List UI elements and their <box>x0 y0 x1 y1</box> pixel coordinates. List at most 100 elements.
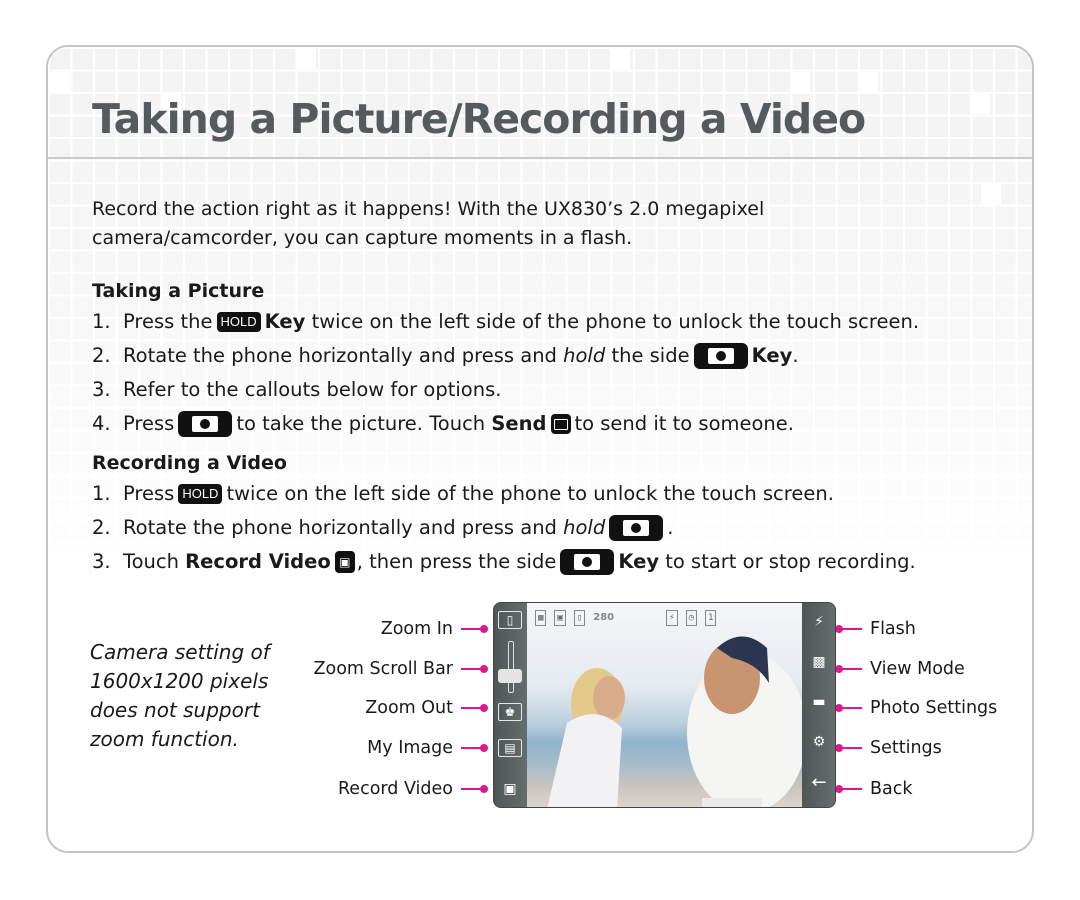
header-divider <box>48 157 1032 159</box>
callout-zoom-in: Zoom In <box>380 619 488 639</box>
key-label: Key <box>751 344 793 367</box>
camera-key-icon <box>560 549 615 575</box>
callout-record-video: Record Video <box>337 779 488 799</box>
step-text: Press the <box>123 310 213 333</box>
step-text: to start or stop recording. <box>665 550 916 573</box>
send-label: Send <box>491 412 547 435</box>
hold-key-icon: HOLD <box>216 312 261 332</box>
content: Record the action right as it happens! W… <box>92 195 992 579</box>
record-video-button[interactable]: ▣ <box>498 780 522 798</box>
grid-highlight <box>858 72 878 92</box>
step-text: the side <box>611 344 690 367</box>
grid-highlight <box>970 94 990 114</box>
callout-line <box>461 665 488 673</box>
view-mode-button[interactable]: ▩ <box>809 653 829 671</box>
step-emphasis: hold <box>563 516 606 539</box>
video-step-1: 1. Press HOLD twice on the left side of … <box>92 477 992 511</box>
photo-settings-button[interactable]: ▬ <box>809 693 829 711</box>
intro-line-2: camera/camcorder, you can capture moment… <box>92 227 633 249</box>
callout-settings: Settings <box>835 738 942 758</box>
picture-step-1: 1. Press the HOLD Key twice on the left … <box>92 305 992 339</box>
note-line: zoom function. <box>90 727 239 751</box>
key-label: Key <box>264 310 306 333</box>
key-label: Key <box>618 550 660 573</box>
step-text: . <box>667 516 674 539</box>
hold-key-icon: HOLD <box>178 484 223 504</box>
callout-label: Settings <box>870 738 942 758</box>
callout-label: Back <box>870 779 913 799</box>
camera-key-icon <box>609 515 664 541</box>
video-camera-icon: ▣ <box>334 551 355 573</box>
note-line: does not support <box>90 698 260 722</box>
zoom-scroll-bar[interactable] <box>508 641 514 693</box>
callout-photo-settings: Photo Settings <box>835 698 998 718</box>
note-line: Camera setting of <box>90 640 270 664</box>
picture-step-3: 3. Refer to the callouts below for optio… <box>92 373 992 407</box>
zoom-scroll-thumb[interactable] <box>498 669 522 683</box>
step-text: twice on the left side of the phone to u… <box>311 310 920 333</box>
callout-flash: Flash <box>835 619 916 639</box>
callout-line <box>835 625 862 633</box>
phone-camera-screen: ▦ ▣ ▯ 280 ⚡ ◷ 1 ▯ ♚ ▤ ▣ ⚡ ▩ ▬ ⚙ ← <box>493 602 836 808</box>
record-video-label: Record Video <box>185 550 331 573</box>
callout-label: Zoom Scroll Bar <box>313 659 453 679</box>
callout-line <box>461 704 488 712</box>
section-heading-taking-picture: Taking a Picture <box>92 280 265 302</box>
step-text: twice on the left side of the phone to u… <box>226 482 834 505</box>
step-text: Press <box>123 482 175 505</box>
settings-button[interactable]: ⚙ <box>809 733 829 751</box>
step-emphasis: hold <box>563 344 606 367</box>
callout-label: My Image <box>367 738 453 758</box>
callout-view-mode: View Mode <box>835 659 965 679</box>
left-toolbar: ▯ ♚ ▤ ▣ <box>494 603 527 807</box>
step-number: 3. <box>92 378 111 401</box>
intro-line-1: Record the action right as it happens! W… <box>92 198 765 220</box>
back-button[interactable]: ← <box>809 772 829 793</box>
callout-zoom-scroll-bar: Zoom Scroll Bar <box>313 659 488 679</box>
step-text: to take the picture. Touch <box>236 412 486 435</box>
step-text: Touch <box>123 550 179 573</box>
step-text: Press <box>123 412 175 435</box>
callout-line <box>835 785 862 793</box>
camera-viewfinder: ▦ ▣ ▯ 280 ⚡ ◷ 1 <box>527 603 804 807</box>
picture-step-2: 2. Rotate the phone horizontally and pre… <box>92 339 992 373</box>
right-toolbar: ⚡ ▩ ▬ ⚙ ← <box>802 603 835 807</box>
callout-label: Photo Settings <box>870 698 998 718</box>
camera-key-icon <box>693 343 748 369</box>
callout-label: Zoom In <box>380 619 453 639</box>
note-line: 1600x1200 pixels <box>90 669 269 693</box>
callout-line <box>835 665 862 673</box>
photo-people <box>547 636 804 807</box>
callout-line <box>835 744 862 752</box>
zoom-note: Camera setting of 1600x1200 pixels does … <box>90 638 270 754</box>
video-step-3: 3. Touch Record Video ▣, then press the … <box>92 545 992 579</box>
zoom-in-button[interactable]: ▯ <box>498 611 522 629</box>
step-text: , then press the side <box>356 550 557 573</box>
callout-my-image: My Image <box>367 738 488 758</box>
picture-step-4: 4. Press to take the picture. Touch Send… <box>92 407 992 441</box>
step-text: . <box>792 344 799 367</box>
grid-highlight <box>610 49 630 69</box>
step-text: to send it to someone. <box>574 412 794 435</box>
callout-line <box>835 704 862 712</box>
callout-label: Zoom Out <box>365 698 453 718</box>
intro-text: Record the action right as it happens! W… <box>92 195 992 253</box>
callout-back: Back <box>835 779 913 799</box>
callout-line <box>461 744 488 752</box>
flash-button[interactable]: ⚡ <box>809 613 829 631</box>
step-number: 1. <box>92 310 111 333</box>
my-image-button[interactable]: ▤ <box>498 739 522 757</box>
step-text: Rotate the phone horizontally and press … <box>123 344 557 367</box>
callout-line <box>461 625 488 633</box>
callout-label: View Mode <box>870 659 965 679</box>
zoom-out-button[interactable]: ♚ <box>498 703 522 721</box>
send-icon <box>550 414 571 434</box>
page-title: Taking a Picture/Recording a Video <box>92 95 866 143</box>
grid-highlight <box>50 72 70 92</box>
step-text: Rotate the phone horizontally and press … <box>123 516 557 539</box>
callout-zoom-out: Zoom Out <box>365 698 488 718</box>
video-step-2: 2. Rotate the phone horizontally and pre… <box>92 511 992 545</box>
step-number: 2. <box>92 344 111 367</box>
section-heading-recording-video: Recording a Video <box>92 452 287 474</box>
callout-label: Record Video <box>337 779 453 799</box>
